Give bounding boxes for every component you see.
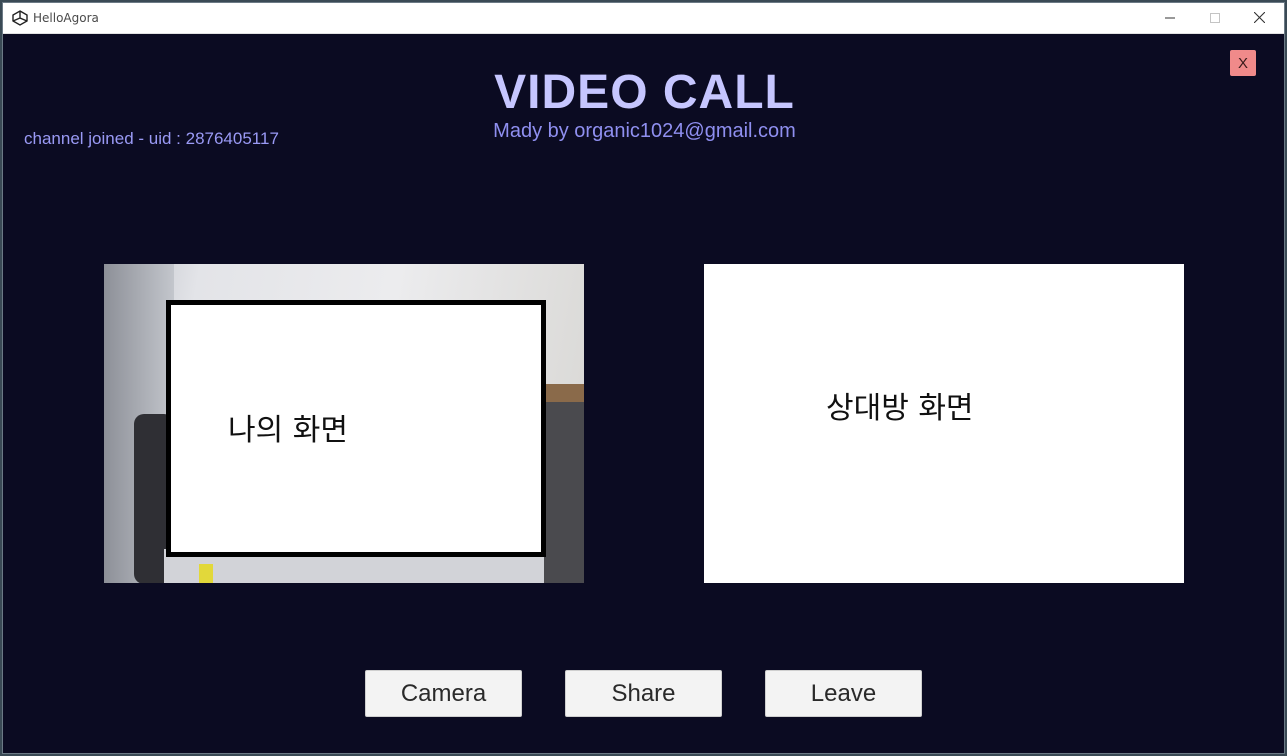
remote-video-view: 상대방 화면	[704, 264, 1184, 583]
app-window: HelloAgora X VIDEO CALL Mady by organic1…	[2, 2, 1285, 754]
local-screen-panel: 나의 화면	[166, 300, 546, 557]
unity-icon	[12, 10, 28, 26]
minimize-icon	[1164, 10, 1175, 28]
title-bar[interactable]: HelloAgora	[3, 3, 1284, 34]
maximize-icon	[1209, 10, 1220, 28]
camera-feed-shelf	[540, 384, 584, 402]
window-title: HelloAgora	[33, 11, 99, 25]
page-title: VIDEO CALL	[494, 66, 795, 119]
window-close-button[interactable]	[1237, 3, 1282, 34]
leave-button[interactable]: Leave	[765, 670, 922, 717]
camera-feed-dark-area	[544, 402, 584, 583]
maximize-button[interactable]	[1192, 3, 1237, 34]
camera-feed-accent	[199, 564, 213, 583]
camera-button[interactable]: Camera	[365, 670, 522, 717]
minimize-button[interactable]	[1147, 3, 1192, 34]
local-screen-label: 나의 화면	[228, 413, 348, 448]
close-icon	[1253, 10, 1266, 28]
remote-screen-label: 상대방 화면	[826, 391, 974, 426]
status-text: channel joined - uid : 2876405117	[24, 129, 279, 148]
share-button[interactable]: Share	[565, 670, 722, 717]
